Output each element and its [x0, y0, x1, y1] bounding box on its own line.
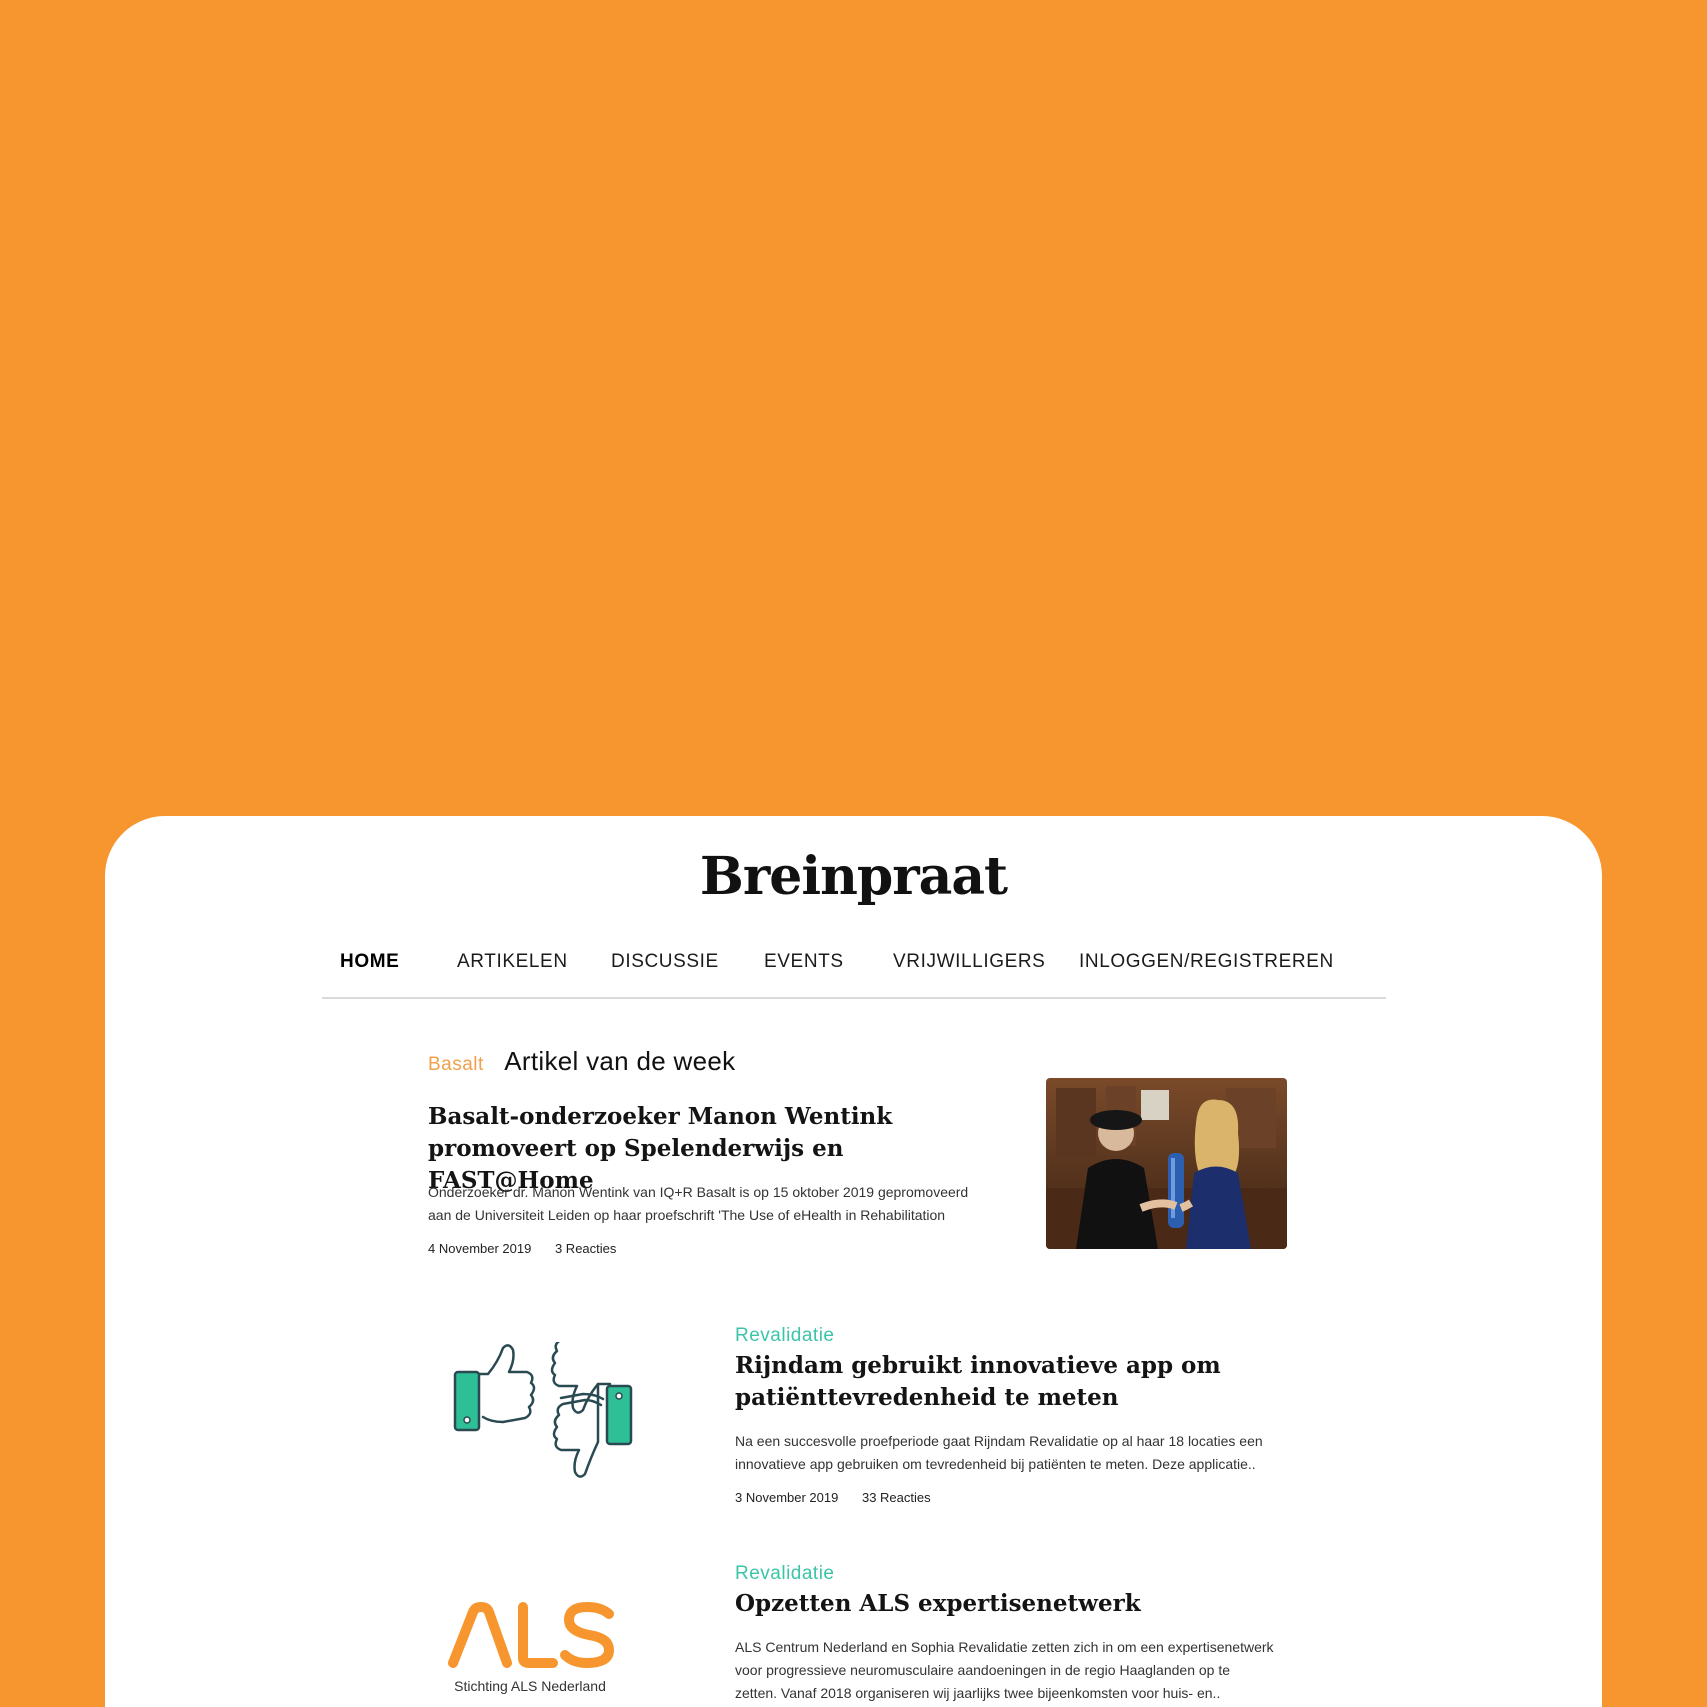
article-title-line: patiënttevredenheid te meten: [735, 1384, 1119, 1411]
featured-photo[interactable]: [1046, 1078, 1287, 1249]
als-logo-subtitle: Stichting ALS Nederland: [454, 1678, 606, 1694]
article-title-line: Rijndam gebruikt innovatieve app om: [735, 1352, 1221, 1379]
excerpt-line: voor progressieve neuromusculaire aandoe…: [735, 1662, 1231, 1678]
excerpt-line: Na een succesvolle proefperiode gaat Rij…: [735, 1433, 1263, 1449]
featured-photo-image: [1046, 1078, 1287, 1249]
main-card: Breinpraat HOME ARTIKELEN DISCUSSIE EVEN…: [105, 816, 1602, 1707]
excerpt-line: aan de Universiteit Leiden op haar proef…: [428, 1207, 946, 1223]
featured-reactions[interactable]: 3 Reacties: [555, 1241, 616, 1256]
section-title: Artikel van de week: [504, 1046, 736, 1076]
site-logo[interactable]: Breinpraat: [105, 846, 1602, 907]
article-meta: 3 November 2019 33 Reacties: [735, 1490, 931, 1505]
nav-item-home[interactable]: HOME: [340, 951, 399, 973]
featured-excerpt: Onderzoeker dr. Manon Wentink van IQ+R B…: [428, 1181, 1028, 1227]
main-nav: HOME ARTIKELEN DISCUSSIE EVENTS VRIJWILL…: [322, 944, 1386, 999]
als-logo[interactable]: Stichting ALS Nederland: [441, 1598, 641, 1698]
article-reactions[interactable]: 33 Reacties: [862, 1490, 931, 1505]
article-date: 3 November 2019: [735, 1490, 839, 1505]
excerpt-line: ALS Centrum Nederland en Sophia Revalida…: [735, 1639, 1274, 1655]
excerpt-line: zetten. Vanaf 2018 organiseren wij jaarl…: [735, 1685, 1221, 1701]
article-title-line: Opzetten ALS expertisenetwerk: [735, 1590, 1141, 1617]
nav-item-vrijwilligers[interactable]: VRIJWILLIGERS: [893, 951, 1045, 973]
featured-title-line: Basalt-onderzoeker Manon Wentink: [428, 1103, 893, 1130]
article-category[interactable]: Revalidatie: [735, 1563, 835, 1585]
article-title[interactable]: Opzetten ALS expertisenetwerk: [735, 1588, 1295, 1620]
article-title[interactable]: Rijndam gebruikt innovatieve app om pati…: [735, 1350, 1295, 1414]
featured-date: 4 November 2019: [428, 1241, 532, 1256]
excerpt-line: innovatieve app gebruiken om tevredenhei…: [735, 1456, 1256, 1472]
thumbs-up-down-icon[interactable]: [443, 1338, 643, 1482]
article-category[interactable]: Revalidatie: [735, 1325, 835, 1347]
nav-item-artikelen[interactable]: ARTIKELEN: [457, 951, 568, 973]
nav-item-inloggen-registreren[interactable]: INLOGGEN/REGISTREREN: [1079, 951, 1334, 973]
featured-header: Basalt Artikel van de week: [428, 1046, 735, 1077]
excerpt-line: Onderzoeker dr. Manon Wentink van IQ+R B…: [428, 1184, 969, 1200]
featured-category[interactable]: Basalt: [428, 1054, 484, 1075]
article-excerpt: ALS Centrum Nederland en Sophia Revalida…: [735, 1636, 1335, 1705]
nav-item-discussie[interactable]: DISCUSSIE: [611, 951, 719, 973]
article-excerpt: Na een succesvolle proefperiode gaat Rij…: [735, 1430, 1315, 1476]
featured-meta: 4 November 2019 3 Reacties: [428, 1241, 616, 1256]
nav-item-events[interactable]: EVENTS: [764, 951, 844, 973]
